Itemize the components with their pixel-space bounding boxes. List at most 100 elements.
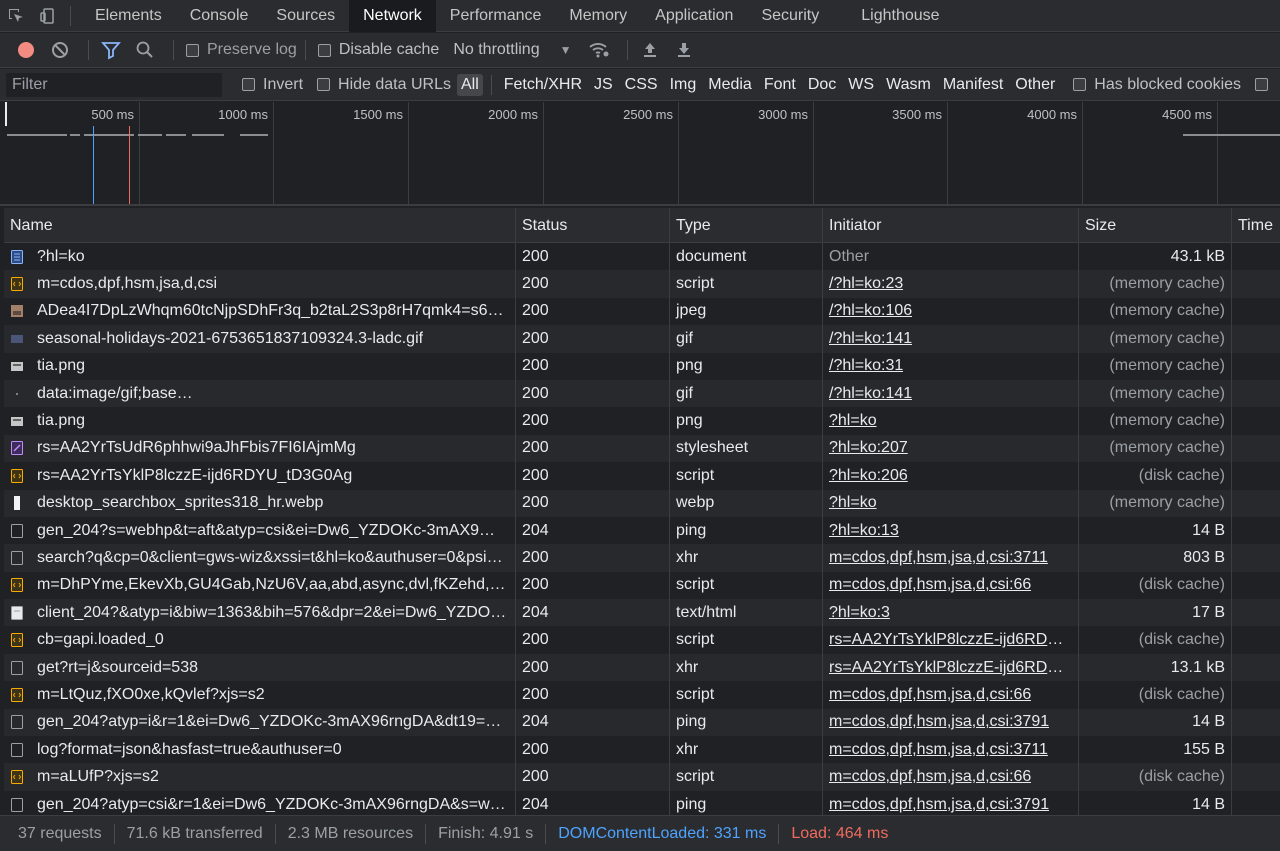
cell-initiator[interactable]: ?hl=ko [823, 489, 1079, 517]
cell-name[interactable]: m=DhPYme,EkevXb,GU4Gab,NzU6V,aa,abd,asyn… [4, 571, 516, 600]
invert-checkbox[interactable] [242, 78, 255, 91]
initiator-link[interactable]: /?hl=ko:141 [829, 385, 912, 403]
disable-cache-checkbox[interactable] [317, 43, 331, 57]
cell-initiator[interactable]: /?hl=ko:23 [823, 270, 1079, 298]
column-header-status[interactable]: Status [516, 208, 670, 243]
table-row[interactable]: m=LtQuz,fXO0xe,kQvlef?xjs=s2 200 script m=c… [4, 681, 1280, 709]
cell-initiator[interactable]: /?hl=ko:106 [823, 297, 1079, 326]
initiator-link[interactable]: ?hl=ko [829, 412, 877, 430]
filter-type-fetch-xhr[interactable]: Fetch/XHR [500, 74, 586, 96]
table-row[interactable]: rs=AA2YrTsUdR6phhwi9aJhFbis7FI6IAjmMg 200… [4, 434, 1280, 463]
cell-name[interactable]: seasonal-holidays-2021-6753651837109324.… [4, 325, 516, 353]
initiator-link[interactable]: m=cdos,dpf,hsm,jsa,d,csi:3791 [829, 713, 1049, 731]
cell-initiator[interactable]: m=cdos,dpf,hsm,jsa,d,csi:66 [823, 571, 1079, 600]
table-row[interactable]: desktop_searchbox_sprites318_hr.webp 200 w… [4, 489, 1280, 517]
table-row[interactable]: client_204?&atyp=i&biw=1363&bih=576&dpr=… [4, 599, 1280, 627]
cell-initiator[interactable]: /?hl=ko:141 [823, 325, 1079, 353]
overview-selection-handle[interactable] [5, 102, 7, 126]
export-har-icon[interactable] [670, 36, 698, 64]
cell-name[interactable]: data:image/gif;base… [4, 379, 516, 408]
cell-name[interactable]: cb=gapi.loaded_0 [4, 626, 516, 654]
cell-initiator[interactable]: m=cdos,dpf,hsm,jsa,d,csi:66 [823, 763, 1079, 791]
initiator-link[interactable]: ?hl=ko:207 [829, 439, 908, 457]
cell-name[interactable]: m=LtQuz,fXO0xe,kQvlef?xjs=s2 [4, 681, 516, 709]
has-blocked-cookies-checkbox[interactable] [1073, 78, 1087, 91]
tab-elements[interactable]: Elements [81, 0, 176, 32]
initiator-link[interactable]: ?hl=ko:3 [829, 604, 890, 622]
initiator-link[interactable]: m=cdos,dpf,hsm,jsa,d,csi:3711 [829, 741, 1048, 759]
cell-name[interactable]: ?hl=ko [4, 243, 516, 271]
inspect-element-icon[interactable] [0, 0, 32, 32]
filter-type-ws[interactable]: WS [844, 74, 878, 96]
network-overview[interactable]: 500 ms 1000 ms 1500 ms 2000 ms 2500 ms 3000 m… [0, 102, 1280, 206]
table-row[interactable]: cb=gapi.loaded_0 200 script rs=AA2YrTsYklP8… [4, 626, 1280, 654]
cell-name[interactable]: desktop_searchbox_sprites318_hr.webp [4, 489, 516, 517]
tab-lighthouse[interactable]: Lighthouse [847, 0, 953, 32]
initiator-link[interactable]: ?hl=ko [829, 494, 877, 512]
initiator-link[interactable]: m=cdos,dpf,hsm,jsa,d,csi:66 [829, 576, 1031, 594]
filter-type-other[interactable]: Other [1011, 74, 1059, 96]
cell-initiator[interactable]: rs=AA2YrTsYklP8lczzE-ijd6RDY… [823, 653, 1079, 682]
table-row[interactable]: rs=AA2YrTsYklP8lczzE-ijd6RDYU_tD3G0Ag 200… [4, 462, 1280, 490]
table-row[interactable]: gen_204?atyp=csi&r=1&ei=Dw6_YZDOKc-3mAX9… [4, 790, 1280, 815]
initiator-link[interactable]: /?hl=ko:106 [829, 302, 912, 320]
cell-name[interactable]: rs=AA2YrTsUdR6phhwi9aJhFbis7FI6IAjmMg [4, 434, 516, 463]
initiator-link[interactable]: rs=AA2YrTsYklP8lczzE-ijd6RDY… [829, 631, 1072, 649]
initiator-link[interactable]: m=cdos,dpf,hsm,jsa,d,csi:66 [829, 686, 1031, 704]
cell-name[interactable]: client_204?&atyp=i&biw=1363&bih=576&dpr=… [4, 599, 516, 627]
tab-application[interactable]: Application [641, 0, 747, 32]
hide-data-urls-checkbox[interactable] [317, 78, 331, 91]
cell-initiator[interactable]: m=cdos,dpf,hsm,jsa,d,csi:3711 [823, 544, 1079, 572]
search-icon[interactable] [131, 36, 159, 64]
table-row[interactable]: data:image/gif;base… 200 gif /?hl=ko:141 (me… [4, 379, 1280, 408]
table-row[interactable]: m=DhPYme,EkevXb,GU4Gab,NzU6V,aa,abd,asyn… [4, 571, 1280, 600]
record-icon[interactable] [12, 36, 40, 64]
throttling-select[interactable]: No throttling [453, 41, 539, 59]
tab-console[interactable]: Console [176, 0, 263, 32]
cell-initiator[interactable]: ?hl=ko:13 [823, 516, 1079, 545]
filter-type-manifest[interactable]: Manifest [939, 74, 1007, 96]
table-row[interactable]: tia.png 200 png /?hl=ko:31 (memory cache) [4, 352, 1280, 380]
cell-name[interactable]: tia.png [4, 352, 516, 380]
clear-icon[interactable] [46, 36, 74, 64]
cell-initiator[interactable]: /?hl=ko:141 [823, 379, 1079, 408]
cell-initiator[interactable]: ?hl=ko:207 [823, 434, 1079, 463]
tab-sources[interactable]: Sources [262, 0, 349, 32]
cell-name[interactable]: gen_204?atyp=csi&r=1&ei=Dw6_YZDOKc-3mAX9… [4, 790, 516, 815]
network-conditions-icon[interactable] [585, 36, 613, 64]
initiator-link[interactable]: m=cdos,dpf,hsm,jsa,d,csi:3711 [829, 549, 1048, 567]
filter-type-doc[interactable]: Doc [804, 74, 840, 96]
cell-name[interactable]: tia.png [4, 407, 516, 435]
cell-name[interactable]: m=aLUfP?xjs=s2 [4, 763, 516, 791]
initiator-link[interactable]: /?hl=ko:141 [829, 330, 912, 348]
cell-name[interactable]: gen_204?atyp=i&r=1&ei=Dw6_YZDOKc-3mAX96r… [4, 708, 516, 737]
cell-name[interactable]: ADea4I7DpLzWhqm60tcNjpSDhFr3q_b2taL2S3p8… [4, 297, 516, 326]
filter-icon[interactable] [97, 36, 125, 64]
table-row[interactable]: gen_204?atyp=i&r=1&ei=Dw6_YZDOKc-3mAX96r… [4, 708, 1280, 737]
cell-initiator[interactable]: m=cdos,dpf,hsm,jsa,d,csi:3711 [823, 736, 1079, 764]
filter-type-js[interactable]: JS [590, 74, 617, 96]
blocked-requests-checkbox[interactable] [1255, 78, 1269, 91]
initiator-link[interactable]: ?hl=ko:13 [829, 522, 899, 540]
table-row[interactable]: m=aLUfP?xjs=s2 200 script m=cdos,dpf,hsm,js… [4, 763, 1280, 791]
cell-initiator[interactable]: m=cdos,dpf,hsm,jsa,d,csi:3791 [823, 790, 1079, 815]
cell-name[interactable]: search?q&cp=0&client=gws-wiz&xssi=t&hl=k… [4, 544, 516, 572]
device-toolbar-icon[interactable] [32, 0, 64, 32]
filter-type-css[interactable]: CSS [621, 74, 662, 96]
initiator-link[interactable]: m=cdos,dpf,hsm,jsa,d,csi:66 [829, 768, 1031, 786]
table-row[interactable]: m=cdos,dpf,hsm,jsa,d,csi 200 script /?hl=ko… [4, 270, 1280, 298]
cell-name[interactable]: gen_204?s=webhp&t=aft&atyp=csi&ei=Dw6_YZ… [4, 516, 516, 545]
cell-name[interactable]: rs=AA2YrTsYklP8lczzE-ijd6RDYU_tD3G0Ag [4, 462, 516, 490]
column-header-size[interactable]: Size [1079, 208, 1232, 243]
cell-name[interactable]: log?format=json&hasfast=true&authuser=0 [4, 736, 516, 764]
import-har-icon[interactable] [636, 36, 664, 64]
table-row[interactable]: ?hl=ko 200 document Other 43.1 kB [4, 243, 1280, 271]
cell-initiator[interactable]: m=cdos,dpf,hsm,jsa,d,csi:66 [823, 681, 1079, 709]
filter-type-all[interactable]: All [456, 73, 483, 96]
initiator-link[interactable]: m=cdos,dpf,hsm,jsa,d,csi:3791 [829, 796, 1049, 814]
tab-memory[interactable]: Memory [555, 0, 641, 32]
cell-initiator[interactable]: rs=AA2YrTsYklP8lczzE-ijd6RDY… [823, 626, 1079, 654]
initiator-link[interactable]: ?hl=ko:206 [829, 467, 908, 485]
initiator-link[interactable]: /?hl=ko:31 [829, 357, 903, 375]
cell-initiator[interactable]: /?hl=ko:31 [823, 352, 1079, 380]
